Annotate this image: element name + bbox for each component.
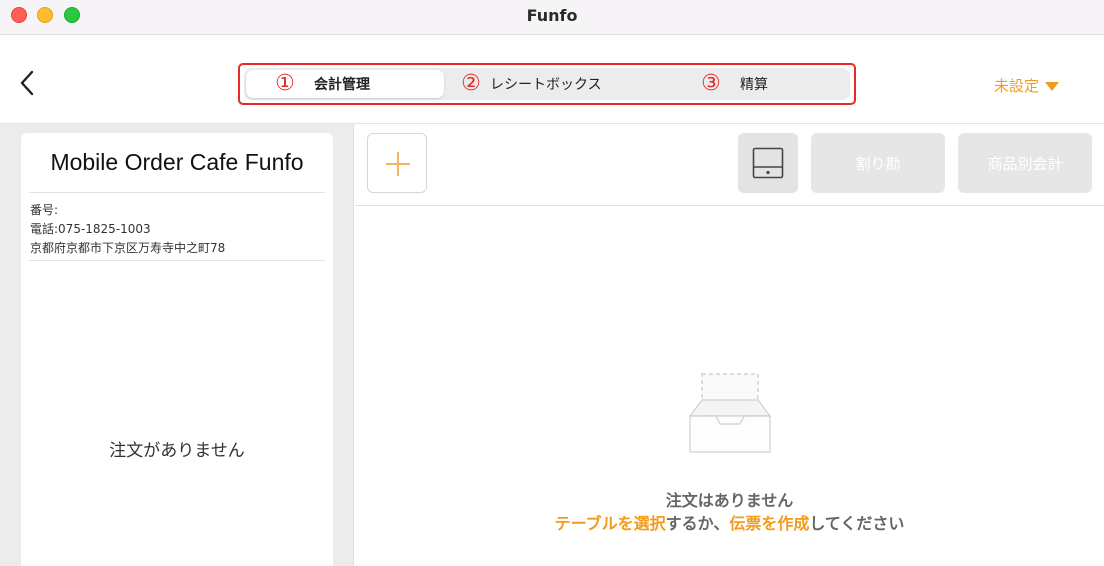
window-title: Funfo <box>526 6 578 25</box>
shop-name: Mobile Order Cafe Funfo <box>50 149 304 175</box>
cash-drawer-icon <box>752 147 784 179</box>
create-slip-link[interactable]: 伝票を作成 <box>729 514 809 533</box>
step-number-1: ① <box>275 71 295 96</box>
shop-phone: 電話:075-1825-1003 <box>30 222 151 236</box>
tab-settlement-label: 精算 <box>740 77 768 93</box>
segmented-control: ① 会計管理 ② レシートボックス ③ 精算 <box>244 68 850 100</box>
split-bill-button[interactable]: 割り勘 <box>811 133 945 193</box>
chevron-left-icon <box>20 70 34 96</box>
divider <box>29 192 325 193</box>
shop-address: 京都府京都市下京区万寿寺中之町78 <box>30 241 226 255</box>
highlight-box: ① 会計管理 ② レシートボックス ③ 精算 <box>238 63 856 105</box>
tab-accounting-label: 会計管理 <box>314 77 370 93</box>
caret-down-icon <box>1045 81 1060 91</box>
receipt-preview: Mobile Order Cafe Funfo 番号: 電話:075-1825-… <box>21 133 333 566</box>
step-number-2: ② <box>461 71 481 96</box>
order-toolbar: 割り勘 商品別会計 <box>355 124 1104 206</box>
empty-state-instructions: テーブルを選択するか、伝票を作成してください <box>355 510 1104 534</box>
divider <box>29 260 325 261</box>
itemized-checkout-button[interactable]: 商品別会計 <box>958 133 1092 193</box>
instruction-text-end: してください <box>809 514 905 533</box>
instruction-text: するか、 <box>665 514 730 533</box>
empty-tray-icon <box>688 373 772 453</box>
add-order-button[interactable] <box>367 133 427 193</box>
no-orders-message: 注文がありません <box>109 441 245 461</box>
filter-dropdown[interactable]: 未設定 <box>994 75 1060 95</box>
window-titlebar: Funfo <box>0 0 1104 35</box>
tab-accounting[interactable]: ① 会計管理 <box>246 70 444 98</box>
select-table-link[interactable]: テーブルを選択 <box>555 514 666 533</box>
cash-drawer-button[interactable] <box>738 133 798 193</box>
empty-state-title: 注文はありません <box>665 491 794 510</box>
tab-receipt-box-label: レシートボックス <box>490 77 602 93</box>
header-bar: ① 会計管理 ② レシートボックス ③ 精算 未設定 <box>0 35 1104 124</box>
back-button[interactable] <box>16 68 42 98</box>
tab-settlement[interactable]: ③ 精算 <box>646 70 844 98</box>
step-number-3: ③ <box>701 71 721 96</box>
shop-info: 番号: 電話:075-1825-1003 京都府京都市下京区万寿寺中之町78 <box>30 201 225 258</box>
filter-dropdown-label: 未設定 <box>994 76 1040 95</box>
tab-receipt-box[interactable]: ② レシートボックス <box>446 70 644 98</box>
order-number-label: 番号: <box>30 203 59 217</box>
